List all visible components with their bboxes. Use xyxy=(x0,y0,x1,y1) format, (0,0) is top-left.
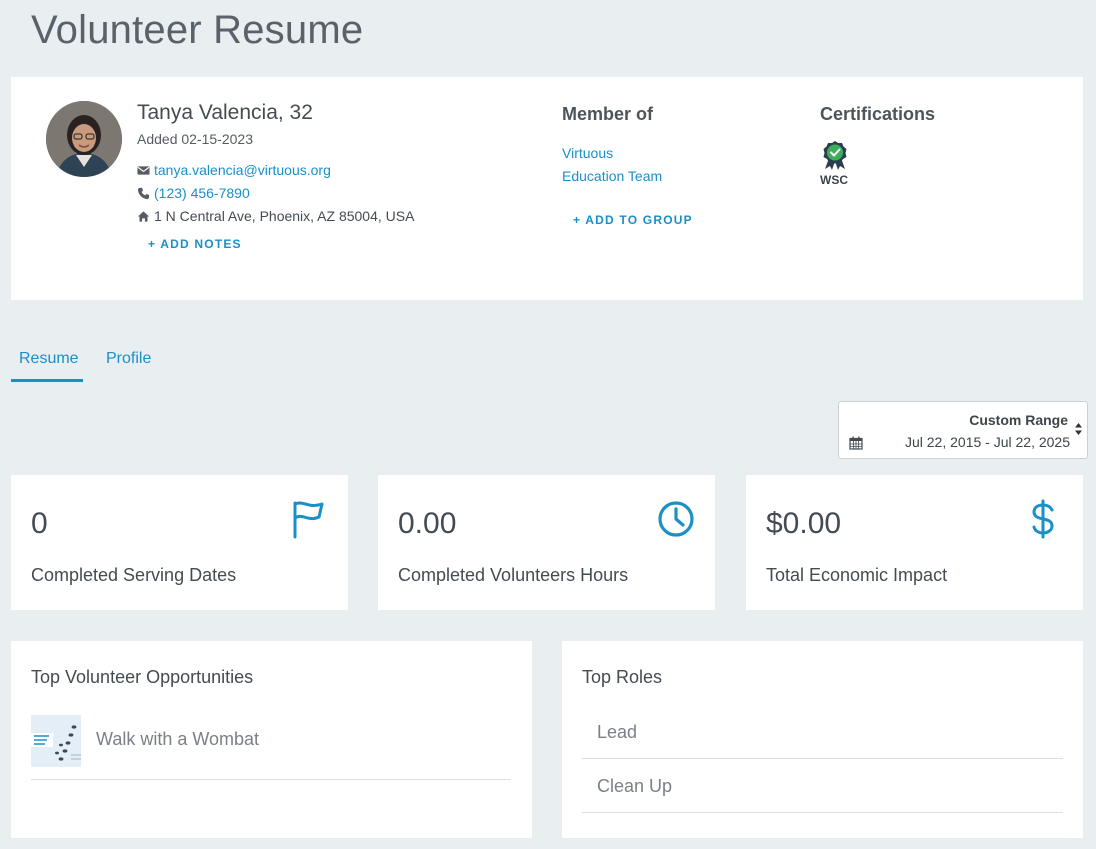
stat-card-economic-impact: $0.00 Total Economic Impact xyxy=(746,475,1083,610)
certification-label: WSC xyxy=(820,173,848,187)
top-opportunities-card: Top Volunteer Opportunities Walk with a … xyxy=(11,641,532,838)
stat-value: 0.00 xyxy=(398,507,457,540)
tab-profile[interactable]: Profile xyxy=(106,350,151,368)
avatar xyxy=(46,101,122,177)
sort-arrows-icon xyxy=(1075,423,1082,435)
list-item: Clean Up xyxy=(582,759,1063,813)
added-date: Added 02-15-2023 xyxy=(137,131,253,147)
group-link-education-team[interactable]: Education Team xyxy=(562,168,662,184)
date-range-select[interactable]: Custom Range Jul 22, 2015 - Jul 22, 2025 xyxy=(838,401,1088,459)
clock-icon xyxy=(658,501,694,537)
list-item: Lead xyxy=(582,705,1063,759)
calendar-icon xyxy=(849,436,863,450)
role-name: Lead xyxy=(597,722,638,742)
email-row: tanya.valencia@virtuous.org xyxy=(137,162,331,178)
badge-check-icon[interactable] xyxy=(821,140,849,170)
top-opportunities-title: Top Volunteer Opportunities xyxy=(31,667,254,687)
top-roles-card: Top Roles Lead Clean Up xyxy=(562,641,1083,838)
list-item[interactable]: Walk with a Wombat xyxy=(31,715,511,780)
date-range-mode: Custom Range xyxy=(969,412,1068,428)
stat-value: $0.00 xyxy=(766,507,842,540)
group-link-virtuous[interactable]: Virtuous xyxy=(562,145,613,161)
dollar-icon xyxy=(1032,499,1054,539)
opportunity-name[interactable]: Walk with a Wombat xyxy=(96,729,259,750)
phone-link[interactable]: (123) 456-7890 xyxy=(154,185,250,201)
profile-card: Tanya Valencia, 32 Added 02-15-2023 tany… xyxy=(11,77,1083,300)
footprints-icon xyxy=(31,715,81,767)
stat-card-serving-dates: 0 Completed Serving Dates xyxy=(11,475,348,610)
active-tab-indicator xyxy=(11,379,83,382)
top-roles-title: Top Roles xyxy=(582,667,663,687)
page-title: Volunteer Resume xyxy=(31,8,364,52)
opportunity-thumbnail xyxy=(31,715,81,767)
avatar-photo-icon xyxy=(46,101,122,177)
stat-card-volunteer-hours: 0.00 Completed Volunteers Hours xyxy=(378,475,715,610)
date-range-value: Jul 22, 2015 - Jul 22, 2025 xyxy=(904,434,1070,450)
stat-label: Completed Serving Dates xyxy=(31,565,237,585)
flag-icon xyxy=(293,501,324,539)
stat-label: Total Economic Impact xyxy=(766,565,948,585)
phone-icon xyxy=(137,187,150,199)
tab-resume[interactable]: Resume xyxy=(19,350,79,368)
address-text: 1 N Central Ave, Phoenix, AZ 85004, USA xyxy=(154,208,415,224)
volunteer-name: Tanya Valencia, 32 xyxy=(137,101,313,124)
envelope-icon xyxy=(137,165,150,175)
email-link[interactable]: tanya.valencia@virtuous.org xyxy=(154,162,331,178)
certifications-heading: Certifications xyxy=(820,104,936,124)
add-notes-button[interactable]: + ADD NOTES xyxy=(148,237,242,251)
stat-label: Completed Volunteers Hours xyxy=(398,565,629,585)
phone-row: (123) 456-7890 xyxy=(137,185,250,201)
address-row: 1 N Central Ave, Phoenix, AZ 85004, USA xyxy=(137,208,414,224)
member-of-heading: Member of xyxy=(562,104,654,124)
role-name: Clean Up xyxy=(597,776,673,796)
stat-value: 0 xyxy=(31,507,48,540)
add-to-group-button[interactable]: + ADD TO GROUP xyxy=(573,213,693,227)
home-icon xyxy=(137,210,150,222)
